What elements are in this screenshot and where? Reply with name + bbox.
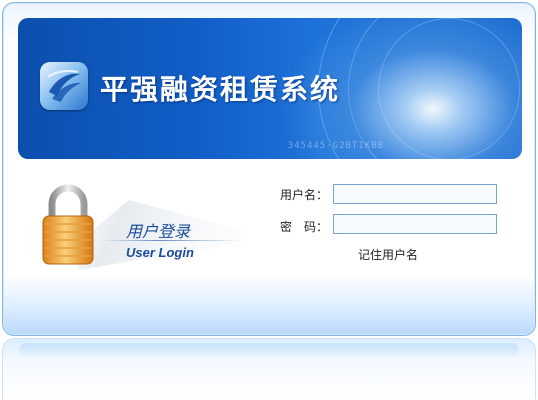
login-title-en: User Login [126, 245, 194, 260]
login-title-cn: 用户登录 [126, 222, 191, 241]
banner-decorative-text: 345445·G2BTIKBB [287, 141, 384, 151]
padlock-icon [38, 182, 98, 272]
login-badge: 用户登录 User Login [38, 182, 248, 282]
reflection-band [19, 343, 519, 357]
remember-username-link[interactable]: 记住用户名 [358, 246, 418, 263]
username-input[interactable] [333, 184, 497, 204]
header-banner: 345445·G2BTIKBB 平强融资租赁系统 [18, 18, 522, 159]
password-input[interactable] [333, 214, 497, 234]
app-logo-icon [40, 62, 88, 110]
password-label: 密 码： [280, 220, 329, 234]
username-label: 用户名： [280, 188, 329, 202]
panel-reflection [2, 338, 536, 399]
badge-divider [102, 240, 242, 241]
page-title: 平强融资租赁系统 [100, 73, 341, 106]
